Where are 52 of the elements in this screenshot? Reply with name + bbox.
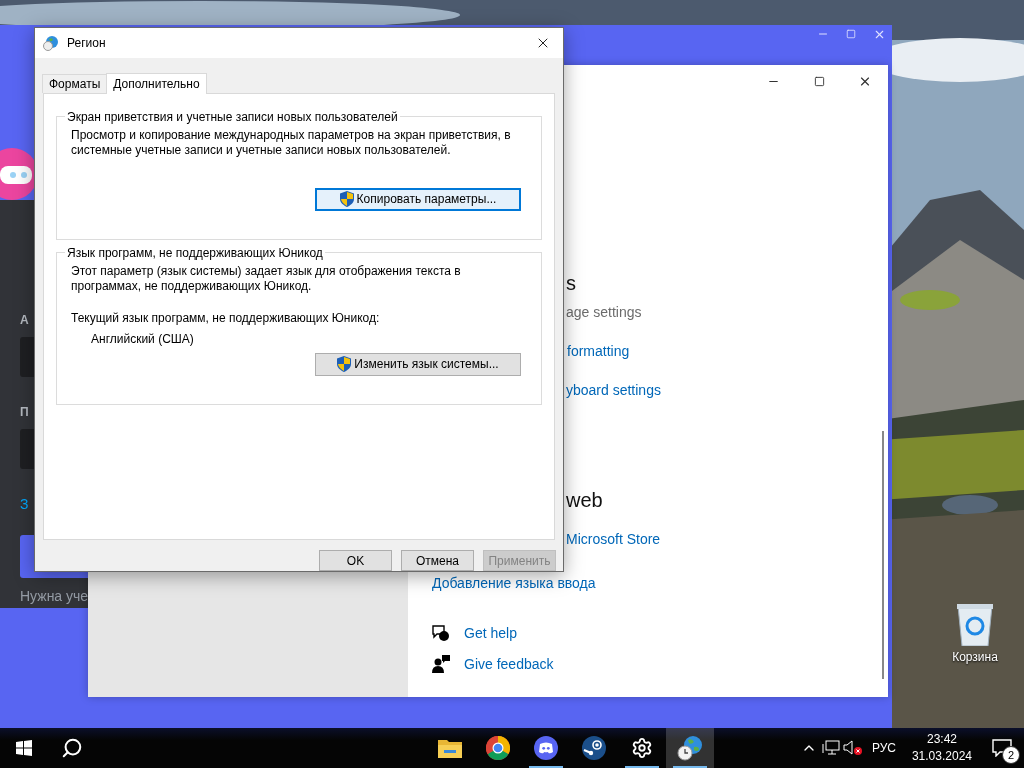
settings-link[interactable]: Microsoft Store (566, 529, 661, 549)
admin-button[interactable]: Изменить язык системы... (315, 352, 521, 376)
settings-link[interactable]: yboard settings (566, 380, 661, 400)
maximize-icon[interactable] (812, 74, 826, 88)
current-language-label: Текущий язык программ, не поддерживающих Юникод: (71, 310, 381, 326)
help-link[interactable]: Get help (464, 623, 517, 643)
steam-icon (582, 736, 606, 760)
description: Просмотр и копирование международных параметров на экран приветствия, в системные учетные записи и учетные записи новых пользователей. (71, 127, 511, 158)
admin-button[interactable]: Копировать параметры... (315, 187, 521, 211)
field-label: А (20, 312, 29, 328)
globe-icon (43, 35, 59, 51)
recycle-bin-icon[interactable] (955, 602, 995, 646)
clock[interactable]: 23:42 31.03.2024 (903, 731, 980, 765)
gear-icon (631, 737, 653, 759)
description: Этот параметр (язык системы) задает язык для отображения текста в программах, не поддерживающих Юникод. (71, 263, 462, 294)
person-feedback-icon (432, 655, 450, 673)
settings-text: age settings (566, 303, 642, 322)
section-heading: web (566, 488, 603, 513)
notification-count: 2 (1002, 746, 1020, 764)
dialog-button[interactable]: Отмена (401, 550, 474, 571)
shield-icon (337, 356, 352, 373)
tab[interactable]: Дополнительно (106, 72, 207, 94)
link[interactable]: З (20, 496, 29, 512)
field-label: Нужна уче (20, 588, 89, 604)
date: 31.03.2024 (911, 748, 972, 765)
input-language[interactable]: РУС (863, 741, 904, 755)
window-title: Регион (67, 36, 107, 50)
section-heading: s (566, 271, 576, 296)
shield-icon (339, 191, 354, 208)
close-icon[interactable] (858, 74, 872, 88)
taskbar-app-button[interactable] (666, 728, 714, 768)
settings-link[interactable]: formatting (567, 341, 630, 361)
help-link[interactable]: Give feedback (464, 654, 554, 674)
tab[interactable]: Форматы (42, 73, 108, 93)
chat-question-icon (432, 624, 450, 642)
discord-icon (534, 736, 558, 760)
dialog-button[interactable]: OK (319, 550, 392, 571)
scrollbar[interactable] (882, 431, 884, 679)
globe-clock-icon (677, 735, 703, 761)
desktop-icon-label[interactable]: Корзина (952, 650, 998, 664)
notifications-button[interactable]: 2 (980, 728, 1024, 768)
folder-icon (438, 738, 462, 758)
windows-logo-icon (16, 740, 32, 756)
group-title: Экран приветствия и учетные записи новых пользователей (66, 109, 399, 124)
speech-bubble-icon (992, 739, 1012, 757)
settings-link[interactable]: Добавление языка ввода (432, 573, 596, 593)
group-title: Язык программ, не поддерживающих Юникод (66, 245, 324, 260)
field-label: П (20, 404, 29, 420)
search-icon (61, 737, 83, 759)
current-language-value: Английский (США) (91, 331, 195, 347)
time: 23:42 (926, 731, 957, 748)
chrome-icon (486, 736, 510, 760)
